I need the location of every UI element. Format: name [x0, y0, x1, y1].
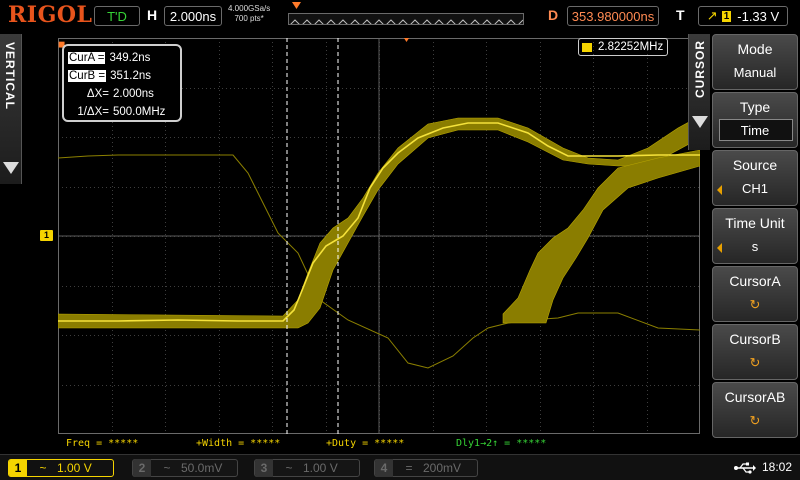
channel-1-scale: 1.00 V	[57, 461, 92, 475]
channel-2-coupling: ~	[163, 461, 171, 475]
time-unit-title: Time Unit	[725, 215, 785, 231]
cursor-a-row: CurA = 349.2ns	[68, 49, 176, 67]
time-unit-softkey[interactable]: Time Unit s	[712, 208, 798, 264]
rising-edge-icon: ↗	[706, 8, 718, 23]
channel-2-status[interactable]: 2 ~ 50.0mV	[132, 459, 238, 477]
memory-overview-strip[interactable]	[288, 13, 524, 25]
channel-1-status[interactable]: 1 ~ 1.00 V	[8, 459, 114, 477]
cursor-tab-label: CURSOR	[693, 40, 707, 99]
trigger-settings[interactable]: ↗ 1 -1.33 V	[698, 6, 788, 26]
delay-label: D	[548, 7, 559, 23]
clock: 18:02	[762, 460, 793, 474]
memory-overview-wave	[290, 19, 523, 24]
usb-icon	[734, 462, 756, 474]
source-title: Source	[732, 157, 778, 173]
inverse-delta-x-value: 500.0MHz	[113, 106, 166, 118]
delta-x-value: 2.000ns	[113, 88, 154, 100]
brand-logo: RIGOL	[8, 2, 93, 28]
cursor-b-value: 351.2ns	[110, 70, 152, 82]
cursor-b-label: CurB =	[68, 70, 107, 82]
mode-value: Manual	[733, 65, 777, 80]
trigger-position-icon	[292, 2, 301, 9]
run-state-indicator[interactable]: T'D	[94, 6, 140, 26]
channel-4-number: 4	[375, 459, 393, 477]
trigger-source: 1	[721, 10, 732, 22]
horizontal-label: H	[147, 7, 158, 23]
channel-3-number: 3	[255, 459, 273, 477]
cursor-menu-tab[interactable]: CURSOR	[688, 34, 710, 150]
cursor-ab-softkey[interactable]: CursorAB ↻	[712, 382, 798, 438]
inverse-delta-x-label: 1/ΔX=	[77, 106, 109, 118]
ch1-offset-marker[interactable]: 1	[40, 230, 53, 241]
top-status-bar: RIGOL T'D H 2.000ns 4.000GSa/s 700 pts* …	[0, 0, 800, 32]
channel-3-scale: 1.00 V	[303, 461, 338, 475]
measurement-bar: Freq = ***** +Width = ***** +Duty = ****…	[58, 436, 700, 452]
type-title: Type	[739, 99, 771, 115]
delta-x-row: ΔX= 2.000ns	[68, 85, 176, 103]
channel-4-coupling: =	[405, 461, 413, 475]
cursor-a-softkey[interactable]: CursorA ↻	[712, 266, 798, 322]
memory-depth: 700 pts*	[234, 14, 264, 23]
measure-freq: Freq = *****	[66, 438, 139, 449]
timebase-value[interactable]: 2.000ns	[164, 6, 222, 26]
channel-3-coupling: ~	[285, 461, 293, 475]
collapse-arrow-icon	[692, 116, 708, 128]
softkey-menu: Mode Manual Type Time Source CH1 Time Un…	[710, 34, 800, 450]
cursor-b-title: CursorB	[729, 331, 781, 347]
vertical-menu-tab[interactable]: VERTICAL	[0, 34, 22, 184]
sample-rate-info: 4.000GSa/s 700 pts*	[228, 4, 270, 24]
sample-rate: 4.000GSa/s	[228, 4, 271, 13]
cursor-b-row: CurB = 351.2ns	[68, 67, 176, 85]
cursor-a-title: CursorA	[729, 273, 781, 289]
inverse-delta-x-row: 1/ΔX= 500.0MHz	[68, 103, 176, 121]
channel-1-number: 1	[9, 459, 27, 477]
time-unit-value: s	[751, 239, 759, 254]
trigger-position-marker-icon	[403, 38, 410, 42]
rotary-knob-icon: ↻	[749, 355, 761, 370]
source-softkey[interactable]: Source CH1	[712, 150, 798, 206]
cursor-a-label: CurA =	[68, 52, 106, 64]
channel-3-status[interactable]: 3 ~ 1.00 V	[254, 459, 360, 477]
cursor-readout-panel: CurA = 349.2ns CurB = 351.2ns ΔX= 2.000n…	[62, 44, 182, 122]
measure-delay: Dly1→2↑ = *****	[456, 438, 547, 449]
type-value: Time	[740, 123, 770, 138]
channel-status-bar: 1 ~ 1.00 V 2 ~ 50.0mV 3 ~ 1.00 V 4 = 200…	[0, 454, 800, 480]
mode-softkey[interactable]: Mode Manual	[712, 34, 798, 90]
cursor-b-softkey[interactable]: CursorB ↻	[712, 324, 798, 380]
vertical-tab-label: VERTICAL	[3, 42, 17, 110]
channel-2-number: 2	[133, 459, 151, 477]
cursor-a-value: 349.2ns	[109, 52, 151, 64]
channel-1-coupling: ~	[39, 461, 47, 475]
rotary-knob-icon: ↻	[749, 413, 761, 428]
measure-width: +Width = *****	[196, 438, 281, 449]
mode-title: Mode	[737, 41, 773, 57]
frequency-counter: 2.82252MHz	[578, 38, 668, 56]
channel-4-status[interactable]: 4 = 200mV	[374, 459, 478, 477]
rotary-knob-icon: ↻	[749, 297, 761, 312]
channel-2-scale: 50.0mV	[181, 461, 223, 475]
collapse-arrow-icon	[3, 162, 19, 174]
delta-x-label: ΔX=	[86, 88, 109, 100]
trigger-label: T	[676, 7, 685, 23]
type-softkey[interactable]: Type Time	[712, 92, 798, 148]
counter-icon	[582, 42, 592, 52]
channel-4-scale: 200mV	[423, 461, 462, 475]
frequency-counter-value: 2.82252MHz	[598, 41, 664, 53]
trigger-level: -1.33 V	[737, 8, 780, 24]
trigger-delay-value[interactable]: 353.980000ns	[567, 6, 659, 26]
source-value: CH1	[741, 181, 768, 196]
cursor-ab-title: CursorAB	[724, 389, 786, 405]
measure-duty: +Duty = *****	[326, 438, 405, 449]
